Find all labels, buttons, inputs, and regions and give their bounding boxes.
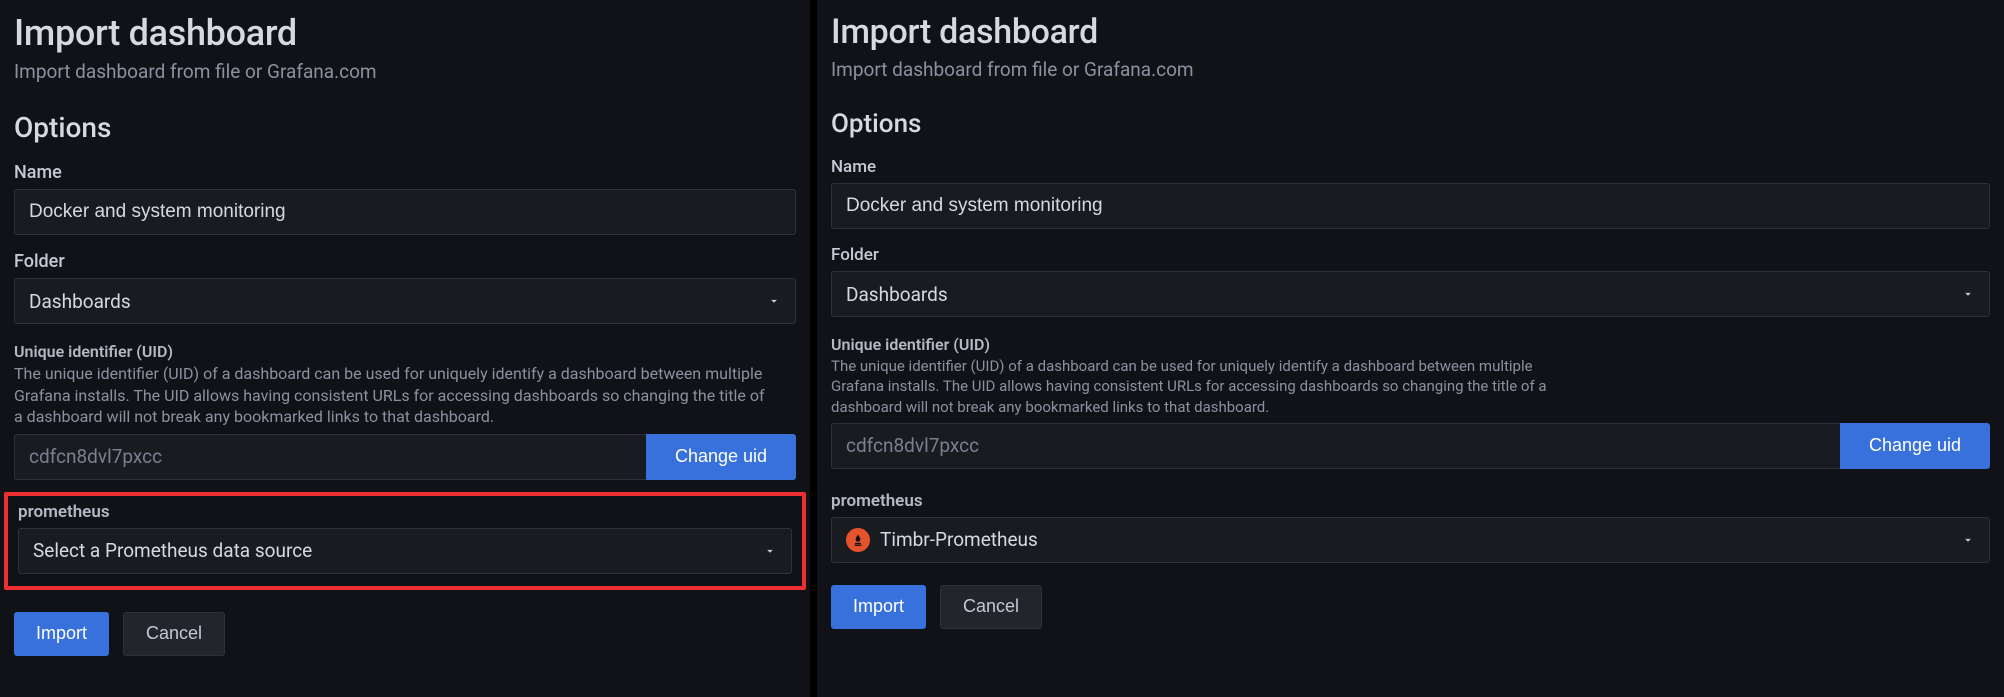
datasource-select[interactable]: Select a Prometheus data source (18, 528, 792, 574)
datasource-value: Select a Prometheus data source (33, 539, 312, 562)
cancel-button[interactable]: Cancel (940, 585, 1042, 629)
folder-value: Dashboards (29, 290, 131, 313)
chevron-down-icon (1961, 287, 1975, 301)
chevron-down-icon (767, 294, 781, 308)
name-input[interactable] (831, 183, 1990, 229)
folder-value: Dashboards (846, 283, 948, 306)
uid-help-text: The unique identifier (UID) of a dashboa… (14, 363, 774, 428)
folder-label: Folder (831, 245, 1990, 265)
action-row: Import Cancel (831, 585, 1990, 629)
folder-label: Folder (14, 251, 796, 272)
change-uid-button[interactable]: Change uid (1840, 423, 1990, 469)
uid-value: cdfcn8dvl7pxcc (846, 434, 979, 457)
chevron-down-icon (1961, 533, 1975, 547)
datasource-value: Timbr-Prometheus (880, 528, 1038, 551)
page-title: Import dashboard (831, 12, 1990, 52)
uid-input[interactable]: cdfcn8dvl7pxcc (831, 423, 1840, 469)
name-label: Name (831, 157, 1990, 177)
import-button[interactable]: Import (14, 612, 109, 656)
change-uid-button[interactable]: Change uid (646, 434, 796, 480)
page-title: Import dashboard (14, 12, 796, 54)
uid-label: Unique identifier (UID) (831, 335, 1990, 354)
prometheus-icon (846, 528, 870, 552)
datasource-select[interactable]: Timbr-Prometheus (831, 517, 1990, 563)
page-subtitle: Import dashboard from file or Grafana.co… (14, 60, 796, 83)
uid-row: cdfcn8dvl7pxcc Change uid (831, 423, 1990, 469)
uid-input[interactable]: cdfcn8dvl7pxcc (14, 434, 646, 480)
folder-select[interactable]: Dashboards (831, 271, 1990, 317)
folder-select[interactable]: Dashboards (14, 278, 796, 324)
cancel-button[interactable]: Cancel (123, 612, 225, 656)
page-subtitle: Import dashboard from file or Grafana.co… (831, 58, 1990, 81)
uid-label: Unique identifier (UID) (14, 342, 796, 361)
uid-help-text: The unique identifier (UID) of a dashboa… (831, 356, 1571, 417)
name-input[interactable] (14, 189, 796, 235)
import-button[interactable]: Import (831, 585, 926, 629)
import-dashboard-panel-left: Import dashboard Import dashboard from f… (0, 0, 810, 697)
datasource-label: prometheus (831, 491, 1990, 511)
datasource-highlight: prometheus Select a Prometheus data sour… (4, 492, 806, 590)
uid-row: cdfcn8dvl7pxcc Change uid (14, 434, 796, 480)
options-heading: Options (831, 109, 1990, 139)
chevron-down-icon (763, 544, 777, 558)
uid-value: cdfcn8dvl7pxcc (29, 445, 162, 468)
name-label: Name (14, 162, 796, 183)
import-dashboard-panel-right: Import dashboard Import dashboard from f… (817, 0, 2004, 697)
datasource-label: prometheus (18, 502, 792, 522)
action-row: Import Cancel (14, 612, 796, 656)
options-heading: Options (14, 111, 796, 144)
